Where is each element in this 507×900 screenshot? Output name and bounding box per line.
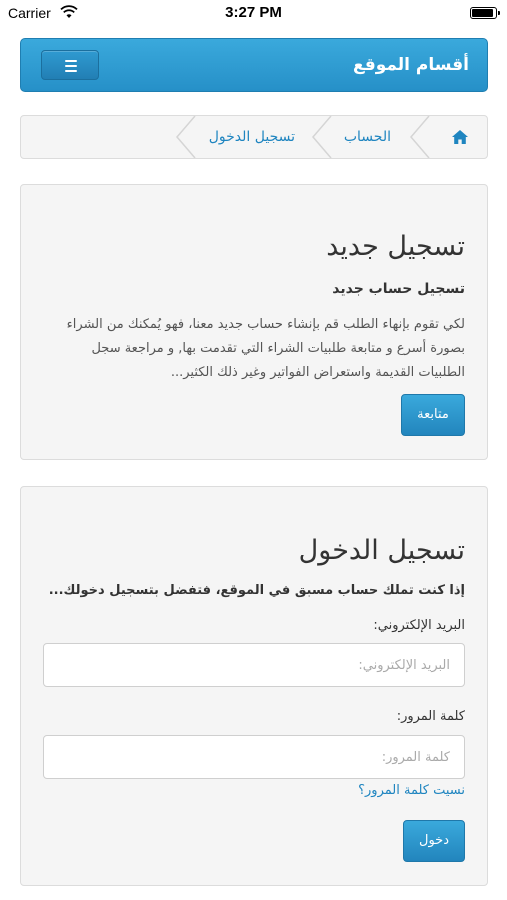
register-title: تسجيل جديد xyxy=(326,231,465,262)
login-panel: تسجيل الدخول إذا كنت تملك حساب مسبق في ا… xyxy=(20,486,488,886)
register-description: لكي تقوم بإنهاء الطلب قم بإنشاء حساب جدي… xyxy=(66,317,465,380)
email-field[interactable] xyxy=(43,643,465,687)
hamburger-icon xyxy=(65,60,77,62)
site-sections-title[interactable]: أقسام الموقع xyxy=(353,55,469,75)
status-bar: Carrier 3:27 PM xyxy=(0,0,507,28)
register-subtitle: تسجيل حساب جديد xyxy=(332,281,465,297)
hamburger-icon xyxy=(65,65,77,67)
register-panel: تسجيل جديد تسجيل حساب جديد لكي تقوم بإنه… xyxy=(20,184,488,460)
site-navbar: أقسام الموقع xyxy=(20,38,488,92)
home-icon[interactable] xyxy=(451,128,469,146)
continue-button[interactable]: متابعة xyxy=(401,394,465,436)
breadcrumb: الحساب تسجيل الدخول xyxy=(20,115,488,159)
hamburger-icon xyxy=(65,70,77,72)
clock: 3:27 PM xyxy=(225,4,282,21)
login-intro: إذا كنت تملك حساب مسبق في الموقع، فتفضل … xyxy=(48,583,465,598)
menu-toggle-button[interactable] xyxy=(41,50,99,80)
breadcrumb-item-login[interactable]: تسجيل الدخول xyxy=(209,116,295,158)
forgot-password-link[interactable]: نسيت كلمة المرور؟ xyxy=(358,783,465,798)
login-title: تسجيل الدخول xyxy=(298,535,465,566)
login-button[interactable]: دخول xyxy=(403,820,465,862)
battery-icon xyxy=(470,7,500,19)
breadcrumb-separator-icon xyxy=(312,116,332,158)
battery-level xyxy=(472,9,493,17)
password-field[interactable] xyxy=(43,735,465,779)
breadcrumb-separator-icon xyxy=(410,116,430,158)
password-label: كلمة المرور: xyxy=(396,709,465,724)
email-label: البريد الإلكتروني: xyxy=(373,618,465,633)
breadcrumb-separator-icon xyxy=(176,116,196,158)
breadcrumb-item-account[interactable]: الحساب xyxy=(344,116,391,158)
